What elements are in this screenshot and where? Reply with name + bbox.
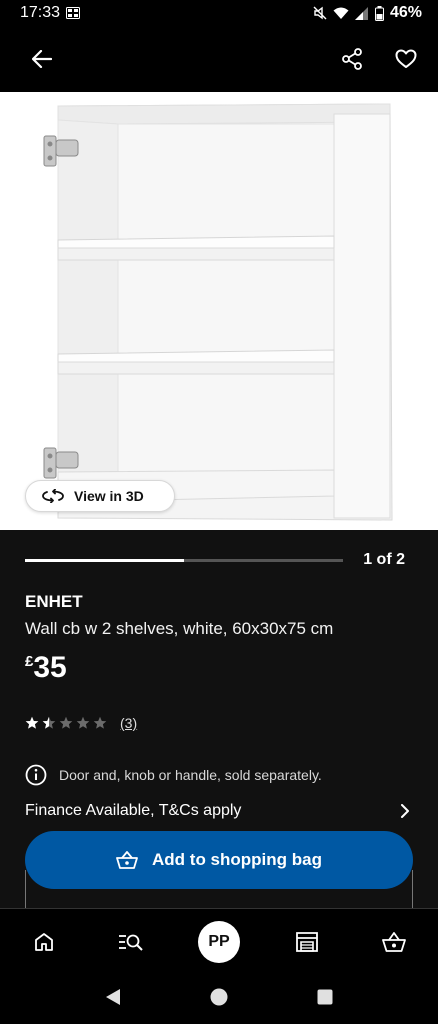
add-to-bag-label: Add to shopping bag <box>152 850 322 869</box>
view-in-3d-button[interactable]: View in 3D <box>25 480 175 512</box>
clock: 17:33 <box>20 4 61 21</box>
nav-bag[interactable] <box>372 920 416 964</box>
carousel-progress <box>25 558 184 562</box>
rotate-3d-icon <box>42 489 64 503</box>
carousel-track <box>25 558 343 562</box>
share-button[interactable] <box>338 45 366 73</box>
favourite-button[interactable] <box>392 45 420 73</box>
product-image[interactable] <box>0 92 438 530</box>
view-in-3d-label: View in 3D <box>74 488 144 504</box>
price-amount: 35 <box>33 651 67 684</box>
home-circle-icon <box>210 988 228 1005</box>
back-button[interactable] <box>28 45 56 73</box>
system-back-button[interactable] <box>105 988 121 1011</box>
image-counter: 1 of 2 <box>363 551 405 568</box>
status-right: 46% <box>313 4 422 22</box>
star-icon <box>42 716 56 729</box>
notice-text: Door and, knob or handle, sold separatel… <box>59 767 322 783</box>
home-icon <box>34 932 53 951</box>
add-to-bag-button[interactable]: Add to shopping bag <box>25 831 413 889</box>
nav-search[interactable] <box>109 920 153 964</box>
app-bar <box>0 26 438 92</box>
product-description: Wall cb w 2 shelves, white, 60x30x75 cm <box>25 619 334 638</box>
avatar: PP <box>197 920 240 963</box>
star-icon <box>93 716 107 729</box>
signal-icon <box>354 6 368 20</box>
wall-cabinet-illustration <box>43 103 393 521</box>
bottom-navigation: PP <box>0 908 438 974</box>
back-arrow-icon <box>32 50 52 68</box>
star-icon <box>25 716 39 729</box>
app-bar-actions <box>338 45 420 73</box>
store-icon <box>295 931 318 952</box>
status-left: 17:33 <box>20 4 81 22</box>
shopping-bag-icon <box>116 851 138 869</box>
review-count[interactable]: (3) <box>120 715 137 731</box>
search-list-icon <box>119 934 144 951</box>
info-icon <box>25 764 47 786</box>
finance-link[interactable]: Finance Available, T&Cs apply <box>25 802 410 820</box>
system-home-button[interactable] <box>210 988 228 1011</box>
status-bar: 17:33 46% <box>0 0 438 26</box>
star-icon <box>59 716 73 729</box>
wifi-icon <box>333 7 349 19</box>
star-icon <box>76 716 90 729</box>
sold-separately-notice: Door and, knob or handle, sold separatel… <box>25 764 322 786</box>
nav-profile[interactable]: PP <box>197 920 241 964</box>
rating[interactable]: (3) <box>25 715 137 731</box>
battery-level: 46% <box>389 4 422 21</box>
share-icon <box>342 48 362 70</box>
heart-icon <box>395 49 417 68</box>
nav-stores[interactable] <box>285 920 329 964</box>
system-navigation <box>0 974 438 1024</box>
product-price: £ 35 <box>25 651 67 685</box>
product-name: ENHET <box>25 592 83 611</box>
mute-icon <box>313 6 327 20</box>
recents-square-icon <box>317 989 333 1004</box>
rating-stars <box>25 716 107 730</box>
price-currency: £ <box>25 653 34 670</box>
shopping-bag-icon <box>382 931 407 952</box>
back-triangle-icon <box>105 988 120 1005</box>
chevron-right-icon <box>401 804 409 818</box>
battery-icon <box>374 5 384 21</box>
image-carousel-indicator: 1 of 2 <box>25 548 415 572</box>
nav-home[interactable] <box>22 920 66 964</box>
photo-notification-icon <box>66 7 81 19</box>
finance-label: Finance Available, T&Cs apply <box>25 802 242 819</box>
system-recents-button[interactable] <box>317 989 333 1010</box>
